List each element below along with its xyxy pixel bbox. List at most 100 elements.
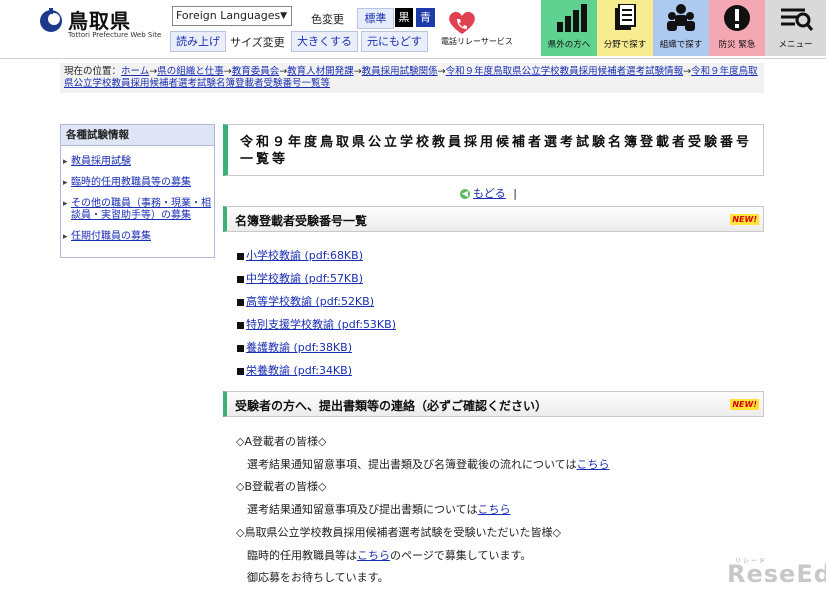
side-nav-list: 教員採用試験 臨時的任用教職員等の募集 その他の職員（事務・現業・相談員・実習助… xyxy=(61,156,214,243)
notice-a-text: 選考結果通知留意事項、提出書類及び名簿登載後の流れについてはこちら xyxy=(247,458,610,471)
notice-c-text2: 御応募をお待ちしています。 xyxy=(247,571,389,584)
breadcrumb-separator: → xyxy=(353,66,362,77)
back-arrow-icon: ◀ xyxy=(460,189,470,199)
watermark-logo: リシード ReseEd xyxy=(727,558,826,588)
nav-tile-label: 県外の方へ xyxy=(547,40,591,50)
nav-tile-label: 防災 緊急 xyxy=(718,40,756,50)
side-nav-item: 任期付職員の募集 xyxy=(61,231,214,243)
bullet-square-icon xyxy=(237,367,244,375)
download-item: 養護教諭 (pdf:38KB) xyxy=(237,339,352,355)
nav-tile-menu[interactable]: メニュー xyxy=(765,0,826,56)
side-nav-heading: 各種試験情報 xyxy=(61,125,214,146)
color-standard-button[interactable]: 標準 xyxy=(357,8,394,29)
section-heading-roster: 名簿登載者受験番号一覧 NEW! xyxy=(223,206,764,232)
size-reset-button[interactable]: 元にもどす xyxy=(361,31,428,52)
section-title: 名簿登載者受験番号一覧 xyxy=(235,214,368,228)
breadcrumb-link[interactable]: 教育委員会 xyxy=(232,66,280,77)
side-nav-link-teacher-exam[interactable]: 教員採用試験 xyxy=(71,156,131,167)
bar-chart-icon xyxy=(557,4,587,32)
notice-b-link[interactable]: こちら xyxy=(477,503,510,516)
side-nav-item: その他の職員（事務・現業・相談員・実習助手等）の募集 xyxy=(61,198,214,222)
breadcrumb-link[interactable]: 令和９年度鳥取県公立学校教員採用候補者選考試験情報 xyxy=(446,66,684,77)
notice-b-text: 選考結果通知留意事項及び提出書類についてはこちら xyxy=(247,503,511,516)
logo-subtitle: Tottori Prefecture Web Site xyxy=(68,31,162,39)
side-nav-link-fixed-term-staff[interactable]: 任期付職員の募集 xyxy=(71,231,151,242)
download-item: 栄養教諭 (pdf:34KB) xyxy=(237,362,352,378)
phone-relay-service-link[interactable]: 電話リレーサービス xyxy=(441,10,513,50)
side-nav-link-other-staff[interactable]: その他の職員（事務・現業・相談員・実習助手等）の募集 xyxy=(71,198,211,221)
breadcrumb-separator: → xyxy=(279,66,288,77)
color-black-button[interactable]: 黒 xyxy=(395,8,413,27)
breadcrumb-separator: → xyxy=(223,66,232,77)
section-title: 受験者の方へ、提出書類等の連絡（必ずご確認ください） xyxy=(235,399,548,413)
logo-name: 鳥取県 xyxy=(68,9,131,33)
bullet-square-icon xyxy=(237,275,244,283)
nav-tile-outside-prefecture[interactable]: 県外の方へ xyxy=(541,0,597,56)
chevron-down-icon: ▼ xyxy=(280,11,287,21)
notice-c-heading: ◇鳥取県公立学校教員採用候補者選考試験を受験いただいた皆様◇ xyxy=(236,526,561,539)
documents-icon xyxy=(615,4,636,30)
page-title: 令和９年度鳥取県公立学校教員採用候補者選考試験名簿登載者受験番号一覧等 xyxy=(240,135,753,167)
foreign-language-select[interactable]: Foreign Languages ▼ xyxy=(172,6,292,26)
download-link-special-support[interactable]: 特別支援学校教諭 (pdf:53KB) xyxy=(246,318,396,331)
notice-a-heading: ◇A登載者の皆様◇ xyxy=(236,435,327,448)
breadcrumb-link[interactable]: 教員採用試験関係 xyxy=(362,66,438,77)
bullet-square-icon xyxy=(237,321,244,329)
site-logo[interactable]: 鳥取県 Tottori Prefecture Web Site xyxy=(38,4,168,39)
download-item: 特別支援学校教諭 (pdf:53KB) xyxy=(237,316,396,332)
tottori-logo-mark-icon xyxy=(40,8,62,32)
heart-phone-icon xyxy=(449,11,475,34)
side-nav-item: 教員採用試験 xyxy=(61,156,214,168)
size-bigger-button[interactable]: 大きくする xyxy=(291,31,358,52)
breadcrumb-separator: → xyxy=(683,66,692,77)
nav-tile-by-field[interactable]: 分野で探す xyxy=(597,0,653,56)
back-link-row: ◀ もどる | xyxy=(460,185,517,201)
site-header: 鳥取県 Tottori Prefecture Web Site Foreign … xyxy=(0,0,826,59)
notice-c-text: 臨時的任用教職員等はこちらのページで募集しています。 xyxy=(247,549,532,562)
section-heading-notice: 受験者の方へ、提出書類等の連絡（必ずご確認ください） NEW! xyxy=(223,391,764,417)
breadcrumb-separator: → xyxy=(149,66,158,77)
bullet-square-icon xyxy=(237,298,244,306)
new-badge: NEW! xyxy=(730,399,759,410)
download-link-high-school[interactable]: 高等学校教諭 (pdf:52KB) xyxy=(246,295,374,308)
nav-tile-label: メニュー xyxy=(778,40,813,50)
breadcrumb-link[interactable]: ホーム xyxy=(121,66,149,77)
breadcrumb-prefix: 現在の位置： xyxy=(64,66,122,77)
bullet-square-icon xyxy=(237,252,244,260)
back-separator: | xyxy=(513,187,517,200)
side-nav-item: 臨時的任用教職員等の募集 xyxy=(61,177,214,189)
breadcrumb-separator: → xyxy=(437,66,446,77)
notice-b-heading: ◇B登載者の皆様◇ xyxy=(236,480,327,493)
people-icon xyxy=(667,4,695,31)
download-item: 中学校教諭 (pdf:57KB) xyxy=(237,270,363,286)
color-change-label: 色変更 xyxy=(311,13,344,26)
watermark-small: リシード xyxy=(735,558,768,565)
page-title-box: 令和９年度鳥取県公立学校教員採用候補者選考試験名簿登載者受験番号一覧等 xyxy=(223,124,764,176)
alert-icon xyxy=(724,5,750,31)
download-link-nursing[interactable]: 養護教諭 (pdf:38KB) xyxy=(246,341,352,354)
download-link-junior-high[interactable]: 中学校教諭 (pdf:57KB) xyxy=(246,272,363,285)
read-aloud-button[interactable]: 読み上げ xyxy=(170,31,226,52)
download-item: 小学校教諭 (pdf:68KB) xyxy=(237,247,363,263)
notice-c-link[interactable]: こちら xyxy=(357,549,390,562)
notice-a-link[interactable]: こちら xyxy=(576,458,609,471)
nav-tile-disaster-emergency[interactable]: 防災 緊急 xyxy=(709,0,765,56)
download-link-nutrition[interactable]: 栄養教諭 (pdf:34KB) xyxy=(246,364,352,377)
nav-tile-by-organization[interactable]: 組織で探す xyxy=(653,0,709,56)
size-change-label: サイズ変更 xyxy=(230,36,285,49)
breadcrumb-link[interactable]: 県の組織と仕事 xyxy=(157,66,224,77)
side-navigation: 各種試験情報 教員採用試験 臨時的任用教職員等の募集 その他の職員（事務・現業・… xyxy=(60,124,215,258)
new-badge: NEW! xyxy=(730,214,759,225)
download-link-elementary[interactable]: 小学校教諭 (pdf:68KB) xyxy=(246,249,363,262)
bullet-square-icon xyxy=(237,344,244,352)
back-link[interactable]: もどる xyxy=(473,187,506,200)
menu-search-icon xyxy=(781,8,814,31)
download-item: 高等学校教諭 (pdf:52KB) xyxy=(237,293,374,309)
relay-label: 電話リレーサービス xyxy=(441,37,513,46)
breadcrumb-link[interactable]: 教育人材開発課 xyxy=(287,66,354,77)
nav-tile-label: 分野で探す xyxy=(603,40,647,50)
breadcrumb: 現在の位置：ホーム→県の組織と仕事→教育委員会→教育人材開発課→教員採用試験関係… xyxy=(60,63,764,93)
nav-tile-label: 組織で探す xyxy=(659,40,703,50)
color-blue-button[interactable]: 青 xyxy=(416,8,435,27)
side-nav-link-temporary-staff[interactable]: 臨時的任用教職員等の募集 xyxy=(71,177,191,188)
